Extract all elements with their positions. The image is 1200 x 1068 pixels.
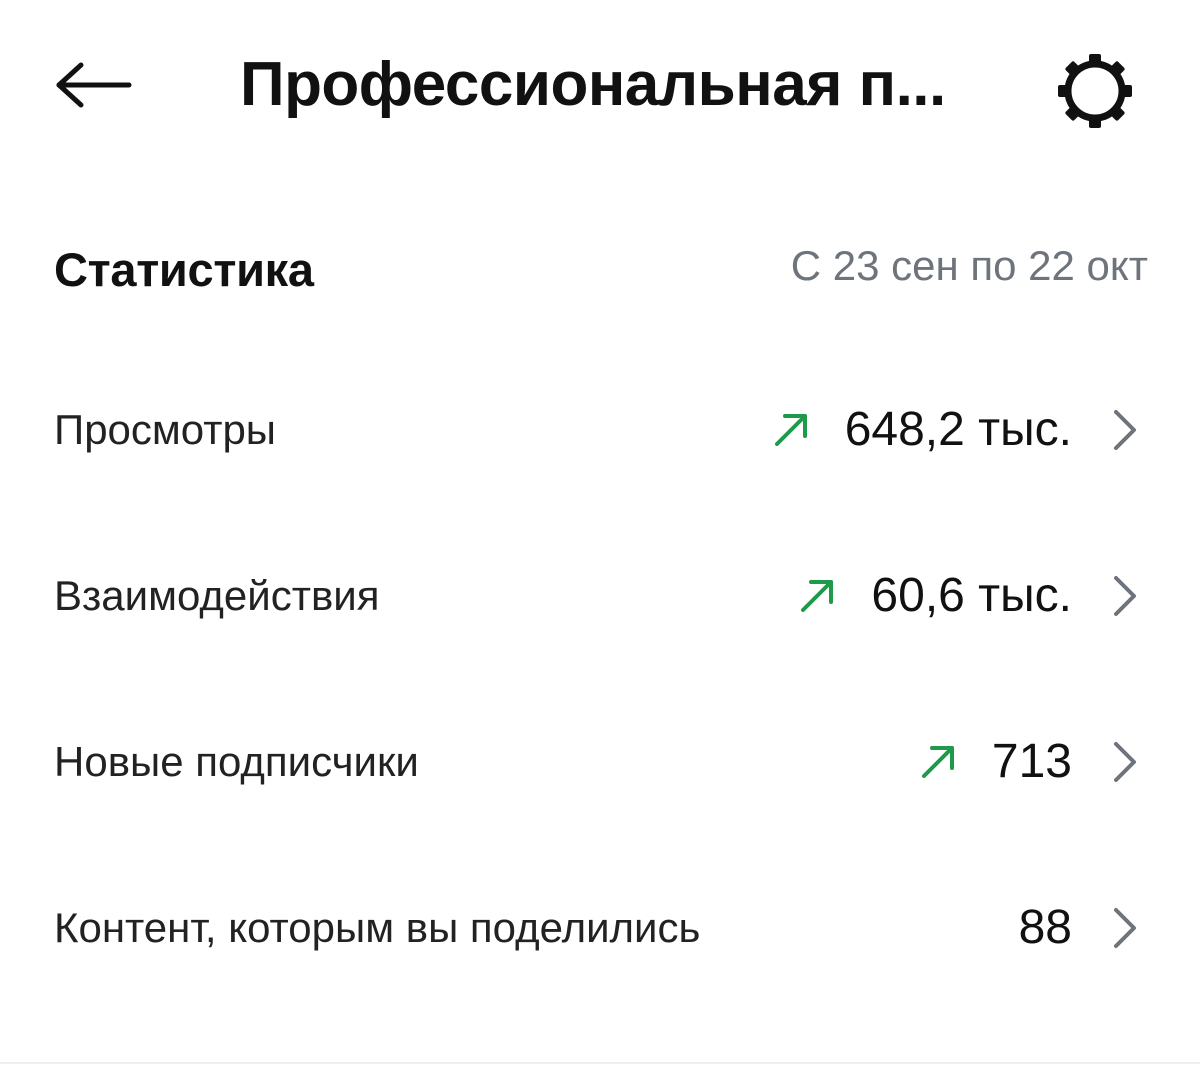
chevron-right-icon — [1110, 740, 1140, 784]
stat-value: 60,6 тыс. — [871, 569, 1072, 622]
stat-value: 648,2 тыс. — [844, 403, 1072, 456]
back-button[interactable] — [48, 50, 138, 120]
stat-row-new-followers[interactable]: Новые подписчики 713 — [0, 702, 1200, 822]
trend-up-icon — [918, 742, 958, 782]
stat-value: 713 — [991, 735, 1072, 788]
stat-label: Просмотры — [54, 406, 276, 453]
settings-button[interactable] — [1052, 48, 1138, 134]
arrow-left-icon — [56, 62, 132, 108]
gear-icon — [1058, 54, 1132, 128]
chevron-right-icon — [1110, 408, 1140, 452]
stat-row-shared-content[interactable]: Контент, которым вы поделились 88 — [0, 868, 1200, 988]
statistics-title: Статистика — [54, 243, 314, 296]
chevron-right-icon — [1110, 906, 1140, 950]
divider — [0, 1062, 1200, 1064]
stat-row-views[interactable]: Просмотры 648,2 тыс. — [0, 370, 1200, 490]
statistics-header: Статистика С 23 сен по 22 окт — [54, 232, 1154, 312]
trend-up-icon — [797, 576, 837, 616]
trend-up-icon — [771, 410, 811, 450]
page-title: Профессиональная п... — [240, 50, 946, 119]
stat-label: Новые подписчики — [54, 738, 419, 785]
top-bar: Профессиональная п... — [0, 30, 1200, 140]
stat-row-interactions[interactable]: Взаимодействия 60,6 тыс. — [0, 536, 1200, 656]
chevron-right-icon — [1110, 574, 1140, 618]
date-range[interactable]: С 23 сен по 22 окт — [791, 238, 1148, 294]
stat-label: Контент, которым вы поделились — [54, 904, 701, 951]
stat-label: Взаимодействия — [54, 572, 380, 619]
stat-value: 88 — [1018, 901, 1072, 954]
